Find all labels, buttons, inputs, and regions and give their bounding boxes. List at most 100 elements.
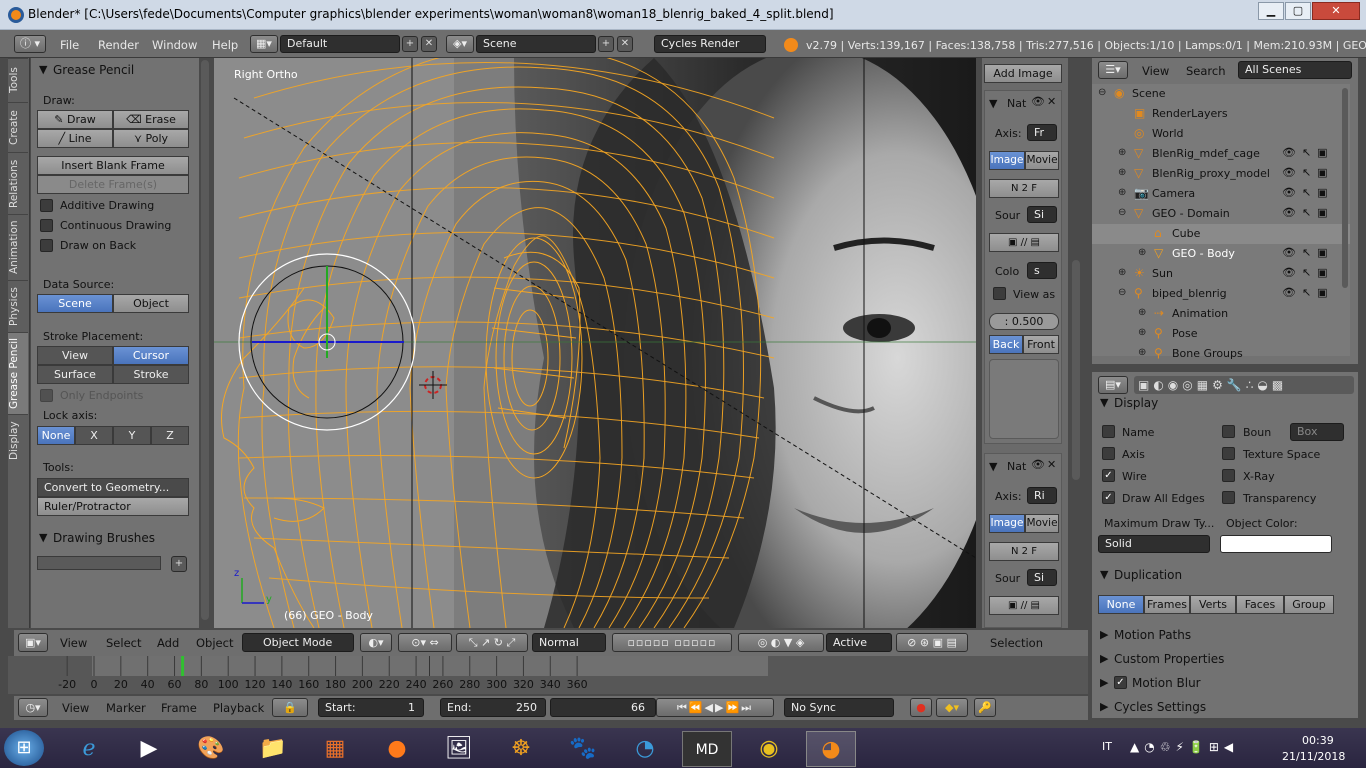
bg1-eye-icon[interactable]: 👁 xyxy=(1031,95,1045,108)
motion-paths-expand-icon[interactable]: ▶ xyxy=(1100,628,1108,641)
sync-mode-select[interactable]: No Sync xyxy=(784,698,894,717)
remove-scene-icon[interactable]: ✕ xyxy=(617,36,633,52)
duplication-collapse-icon[interactable]: ▼ xyxy=(1100,568,1108,581)
show-wire-checkbox[interactable]: ✓ xyxy=(1102,469,1115,482)
internet-explorer-icon[interactable]: ℯ xyxy=(64,731,114,767)
outliner-item[interactable]: ◎ World xyxy=(1092,124,1350,144)
outliner-item[interactable]: ⌂ Cube xyxy=(1092,224,1350,244)
placement-stroke-button[interactable]: Stroke xyxy=(113,365,189,384)
bg1-back-button[interactable]: Back xyxy=(989,335,1023,354)
motion-blur-checkbox[interactable]: ✓ xyxy=(1114,676,1127,689)
viewport-shading-select[interactable]: ◐▾ xyxy=(360,633,392,652)
visibility-toggles[interactable]: 👁↖▣ xyxy=(1282,246,1334,259)
preview-range-toggle[interactable]: 🔒 xyxy=(272,698,308,717)
outliner-display-mode[interactable]: All Scenes xyxy=(1238,61,1352,79)
add-layout-icon[interactable]: + xyxy=(402,36,418,52)
dup-frames-button[interactable]: Frames xyxy=(1144,595,1190,614)
blender-taskbar-icon[interactable]: ◕ xyxy=(806,731,856,767)
outliner-scrollbar[interactable] xyxy=(1342,88,1348,288)
tab-tools[interactable]: Tools xyxy=(8,58,28,102)
lock-axis-x-button[interactable]: X xyxy=(75,426,113,445)
pivot-point-select[interactable]: ⊙▾ ⇔ xyxy=(398,633,452,652)
brushes-list[interactable] xyxy=(37,556,161,570)
add-scene-icon[interactable]: + xyxy=(598,36,614,52)
visibility-toggles[interactable]: 👁↖▣ xyxy=(1282,266,1334,279)
bg1-image-button[interactable]: Image xyxy=(989,151,1025,170)
bg2-image-button[interactable]: Image xyxy=(989,514,1025,533)
menu-window[interactable]: Window xyxy=(152,38,197,52)
visibility-toggles[interactable]: 👁↖▣ xyxy=(1282,166,1334,179)
bg2-image-datablock[interactable]: N 2 F xyxy=(989,542,1059,561)
outliner-item[interactable]: ⊖ ⚲ biped_blenrig 👁↖▣ xyxy=(1092,284,1350,304)
expand-icon[interactable]: ⊖ xyxy=(1118,287,1126,298)
bg2-movie-button[interactable]: Movie xyxy=(1025,514,1059,533)
properties-editor-type[interactable]: ▤▾ xyxy=(1098,376,1128,394)
dup-verts-button[interactable]: Verts xyxy=(1190,595,1236,614)
3d-menu-view[interactable]: View xyxy=(60,636,87,650)
custom-properties-expand-icon[interactable]: ▶ xyxy=(1100,652,1108,665)
xray-checkbox[interactable] xyxy=(1222,469,1235,482)
dup-none-button[interactable]: None xyxy=(1098,595,1144,614)
end-frame-field[interactable]: End: 250 xyxy=(440,698,546,717)
insert-blank-frame-button[interactable]: Insert Blank Frame xyxy=(37,156,189,175)
timeline-menu-frame[interactable]: Frame xyxy=(161,701,197,715)
draw-on-back-checkbox[interactable] xyxy=(40,239,53,252)
chrome-icon[interactable]: ◉ xyxy=(744,731,794,767)
record-button[interactable]: ● xyxy=(910,698,932,717)
outliner-item[interactable]: ▣ RenderLayers xyxy=(1092,104,1350,124)
data-source-object-button[interactable]: Object xyxy=(113,294,189,313)
media-player-icon[interactable]: ▶ xyxy=(124,731,174,767)
start-button-icon[interactable]: ⊞ xyxy=(4,730,44,766)
close-window-button[interactable]: ✕ xyxy=(1312,2,1360,20)
panel-collapse-icon[interactable]: ▼ xyxy=(39,63,47,76)
dup-faces-button[interactable]: Faces xyxy=(1236,595,1284,614)
layout-field[interactable]: Default xyxy=(280,35,400,53)
placement-view-button[interactable]: View xyxy=(37,346,113,365)
bg1-axis-select[interactable]: Fr xyxy=(1027,124,1057,141)
expand-icon[interactable]: ⊕ xyxy=(1138,327,1146,338)
additive-drawing-checkbox[interactable] xyxy=(40,199,53,212)
object-color-swatch[interactable] xyxy=(1220,535,1332,553)
clock-time[interactable]: 00:39 xyxy=(1302,734,1334,747)
erase-button[interactable]: ⌫ Erase xyxy=(113,110,189,129)
tab-physics[interactable]: Physics xyxy=(8,280,28,332)
display-collapse-icon[interactable]: ▼ xyxy=(1100,396,1108,409)
keyframe-insert-button[interactable]: 🔑 xyxy=(974,698,996,717)
show-axis-checkbox[interactable] xyxy=(1102,447,1115,460)
brushes-collapse-icon[interactable]: ▼ xyxy=(39,531,47,544)
timeline-menu-view[interactable]: View xyxy=(62,701,89,715)
expand-icon[interactable]: ⊕ xyxy=(1118,167,1126,178)
timeline-menu-marker[interactable]: Marker xyxy=(106,701,146,715)
dup-group-button[interactable]: Group xyxy=(1284,595,1334,614)
bg1-image-datablock[interactable]: N 2 F xyxy=(989,179,1059,198)
bg1-front-button[interactable]: Front xyxy=(1023,335,1059,354)
cycles-settings-header[interactable]: Cycles Settings xyxy=(1114,700,1206,714)
delete-frames-button[interactable]: Delete Frame(s) xyxy=(37,175,189,194)
expand-icon[interactable]: ⊕ xyxy=(1118,187,1126,198)
properties-context-tabs[interactable]: ▣◐◉◎▦⚙🔧∴◒▩ xyxy=(1134,376,1354,394)
bg1-transform-buttons[interactable] xyxy=(989,359,1059,439)
tray-icons[interactable]: ▲◔♲⚡🔋⊞◀ xyxy=(1130,740,1238,754)
office-icon[interactable]: ▦ xyxy=(310,731,360,767)
timeline-area[interactable]: -20 0 20 40 60 80 100 120 140 160 180 200 220 240 260 2… xyxy=(8,656,1088,694)
interaction-mode-select[interactable]: Object Mode xyxy=(242,633,354,652)
outliner-item[interactable]: ⊕ ▽ BlenRig_proxy_model 👁↖▣ xyxy=(1092,164,1350,184)
bg2-remove-icon[interactable]: ✕ xyxy=(1047,458,1056,471)
bg1-source-select[interactable]: Si xyxy=(1027,206,1057,223)
tab-grease-pencil[interactable]: Grease Pencil xyxy=(8,332,28,414)
bg1-collapse-icon[interactable]: ▼ xyxy=(989,97,997,110)
photos-icon[interactable]: 🖼 xyxy=(434,731,484,767)
scene-icon[interactable]: ◈▾ xyxy=(446,35,474,53)
3d-menu-select[interactable]: Select xyxy=(106,636,141,650)
motion-blur-expand-icon[interactable]: ▶ xyxy=(1100,676,1108,689)
show-name-checkbox[interactable] xyxy=(1102,425,1115,438)
visibility-toggles[interactable]: 👁↖▣ xyxy=(1282,186,1334,199)
outliner-item[interactable]: ⊖ ▽ GEO - Domain 👁↖▣ xyxy=(1092,204,1350,224)
file-explorer-icon[interactable]: 📁 xyxy=(248,731,298,767)
expand-icon[interactable]: ⊕ xyxy=(1118,147,1126,158)
visibility-toggles[interactable]: 👁↖▣ xyxy=(1282,286,1334,299)
expand-icon[interactable]: ⊕ xyxy=(1138,347,1146,358)
draw-all-edges-checkbox[interactable]: ✓ xyxy=(1102,491,1115,504)
add-image-button[interactable]: Add Image xyxy=(984,64,1062,83)
menu-render[interactable]: Render xyxy=(98,38,139,52)
